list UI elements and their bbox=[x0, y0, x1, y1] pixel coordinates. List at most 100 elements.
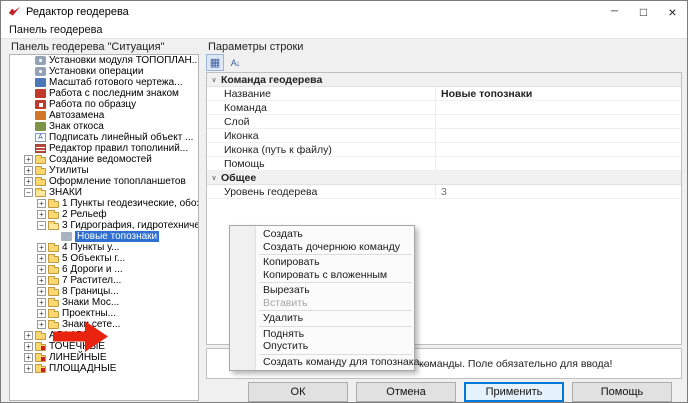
expand-icon[interactable] bbox=[37, 309, 46, 318]
expand-icon[interactable] bbox=[37, 298, 46, 307]
expand-icon[interactable] bbox=[37, 276, 46, 285]
tree-item-label: Создание ведомостей bbox=[49, 154, 152, 165]
property-row[interactable]: Уровень геодерева3 bbox=[207, 185, 681, 199]
categorized-view-button[interactable] bbox=[206, 54, 224, 71]
sort-alphabetical-button[interactable] bbox=[226, 54, 244, 71]
tree-item[interactable]: Подписать линейный объект ... bbox=[10, 132, 198, 143]
property-row[interactable]: Иконка (путь к файлу) bbox=[207, 143, 681, 157]
tree-item[interactable]: ПЛОЩАДНЫЕ bbox=[10, 363, 198, 374]
tree-item[interactable]: Установки модуля ТОПОПЛАН... bbox=[10, 55, 198, 66]
property-label[interactable]: Название bbox=[221, 87, 436, 100]
expand-icon[interactable] bbox=[37, 320, 46, 329]
expand-icon[interactable] bbox=[24, 155, 33, 164]
menu-item[interactable]: Копировать bbox=[230, 256, 414, 269]
expand-icon[interactable] bbox=[37, 254, 46, 263]
tree-item-label: ЗНАКИ bbox=[49, 187, 82, 198]
expand-icon[interactable] bbox=[24, 166, 33, 175]
property-value[interactable]: 3 bbox=[436, 185, 681, 198]
property-row[interactable]: Иконка bbox=[207, 129, 681, 143]
tree-item[interactable]: 6 Дороги и ... bbox=[10, 264, 198, 275]
menu-item[interactable]: Вырезать bbox=[230, 284, 414, 297]
apply-button[interactable]: Применить bbox=[464, 382, 564, 402]
folder-icon bbox=[48, 245, 59, 252]
tree-item[interactable]: Работа по образцу bbox=[10, 99, 198, 110]
menu-item[interactable]: Опустить bbox=[230, 340, 414, 353]
tree-item[interactable]: Работа с последним знаком bbox=[10, 88, 198, 99]
expand-icon[interactable] bbox=[24, 353, 33, 362]
expand-icon[interactable] bbox=[24, 331, 33, 340]
tree-item[interactable]: 7 Растител... bbox=[10, 275, 198, 286]
tree-item[interactable]: ТОЧЕЧНЫЕ bbox=[10, 341, 198, 352]
folder-red-icon bbox=[35, 344, 46, 351]
property-value[interactable] bbox=[436, 129, 681, 142]
scale-icon bbox=[35, 78, 46, 87]
tree-item-label: Знак откоса bbox=[49, 121, 104, 132]
tree-item-label: Установки операции bbox=[49, 66, 143, 77]
tree-item[interactable]: Новые топознаки bbox=[10, 231, 198, 242]
tree-item[interactable]: Редактор правил тополиний... bbox=[10, 143, 198, 154]
collapse-icon[interactable] bbox=[207, 171, 221, 184]
expand-icon[interactable] bbox=[24, 177, 33, 186]
property-label[interactable]: Помощь bbox=[221, 157, 436, 170]
property-label[interactable]: Команда bbox=[221, 101, 436, 114]
tree-item[interactable]: ЗНАКИ bbox=[10, 187, 198, 198]
expand-icon[interactable] bbox=[37, 265, 46, 274]
tree-item[interactable]: 3 Гидрография, гидротехнические объе bbox=[10, 220, 198, 231]
expand-icon[interactable] bbox=[37, 243, 46, 252]
tree-item[interactable]: Создание ведомостей bbox=[10, 154, 198, 165]
property-row[interactable]: Команда bbox=[207, 101, 681, 115]
property-label[interactable]: Иконка (путь к файлу) bbox=[221, 143, 436, 156]
menu-item[interactable]: Создать команду для топознака... bbox=[230, 356, 414, 369]
property-group-row[interactable]: Общее bbox=[207, 171, 681, 185]
menu-item[interactable]: Создать bbox=[230, 228, 414, 241]
folder-open-icon bbox=[35, 190, 46, 197]
tree-item[interactable]: 2 Рельеф bbox=[10, 209, 198, 220]
tree-item[interactable]: Проектны... bbox=[10, 308, 198, 319]
expand-icon[interactable] bbox=[37, 210, 46, 219]
tree-item[interactable]: 4 Пункты у... bbox=[10, 242, 198, 253]
property-label[interactable]: Иконка bbox=[221, 129, 436, 142]
tree-item[interactable]: Автозамена bbox=[10, 110, 198, 121]
collapse-icon[interactable] bbox=[37, 221, 46, 230]
property-group-row[interactable]: Команда геодерева bbox=[207, 73, 681, 87]
expand-icon[interactable] bbox=[37, 199, 46, 208]
property-label[interactable]: Уровень геодерева bbox=[221, 185, 436, 198]
tree-item[interactable]: Утилиты bbox=[10, 165, 198, 176]
property-row[interactable]: Помощь bbox=[207, 157, 681, 171]
expand-icon[interactable] bbox=[24, 364, 33, 373]
tree-item[interactable]: Масштаб готового чертежа... bbox=[10, 77, 198, 88]
tree-item[interactable]: Знаки Мос... bbox=[10, 297, 198, 308]
menu-item[interactable]: Удалить bbox=[230, 312, 414, 325]
property-value[interactable] bbox=[436, 101, 681, 114]
maximize-button[interactable] bbox=[629, 1, 658, 22]
close-button[interactable] bbox=[658, 1, 687, 22]
property-value[interactable] bbox=[436, 157, 681, 170]
tree-item[interactable]: Знаки сете... bbox=[10, 319, 198, 330]
menu-item[interactable]: Поднять bbox=[230, 328, 414, 341]
property-value[interactable] bbox=[436, 115, 681, 128]
folder-icon bbox=[35, 333, 46, 340]
tree-item[interactable]: Установки операции bbox=[10, 66, 198, 77]
property-value[interactable] bbox=[436, 143, 681, 156]
expand-icon[interactable] bbox=[24, 342, 33, 351]
menu-geotree-panel[interactable]: Панель геодерева bbox=[1, 22, 110, 38]
tree-item[interactable]: ЛИНЕЙНЫЕ bbox=[10, 352, 198, 363]
ok-button[interactable]: ОК bbox=[248, 382, 348, 402]
property-row[interactable]: Слой bbox=[207, 115, 681, 129]
cancel-button[interactable]: Отмена bbox=[356, 382, 456, 402]
menu-item[interactable]: Создать дочернюю команду bbox=[230, 241, 414, 254]
collapse-icon[interactable] bbox=[24, 188, 33, 197]
collapse-icon[interactable] bbox=[207, 73, 221, 86]
tree-item[interactable]: 8 Границы... bbox=[10, 286, 198, 297]
menu-item[interactable]: Копировать с вложенным bbox=[230, 269, 414, 282]
minimize-button[interactable] bbox=[600, 1, 629, 22]
tree-item[interactable]: 1 Пункты геодезические, обозначения... bbox=[10, 198, 198, 209]
help-button[interactable]: Помощь bbox=[572, 382, 672, 402]
tree-item[interactable]: 5 Объекты г... bbox=[10, 253, 198, 264]
tree-item[interactable]: Оформление топопланшетов bbox=[10, 176, 198, 187]
tree-item[interactable]: Знак откоса bbox=[10, 121, 198, 132]
property-label[interactable]: Слой bbox=[221, 115, 436, 128]
property-row[interactable]: НазваниеНовые топознаки bbox=[207, 87, 681, 101]
expand-icon[interactable] bbox=[37, 287, 46, 296]
property-value[interactable]: Новые топознаки bbox=[436, 87, 681, 100]
